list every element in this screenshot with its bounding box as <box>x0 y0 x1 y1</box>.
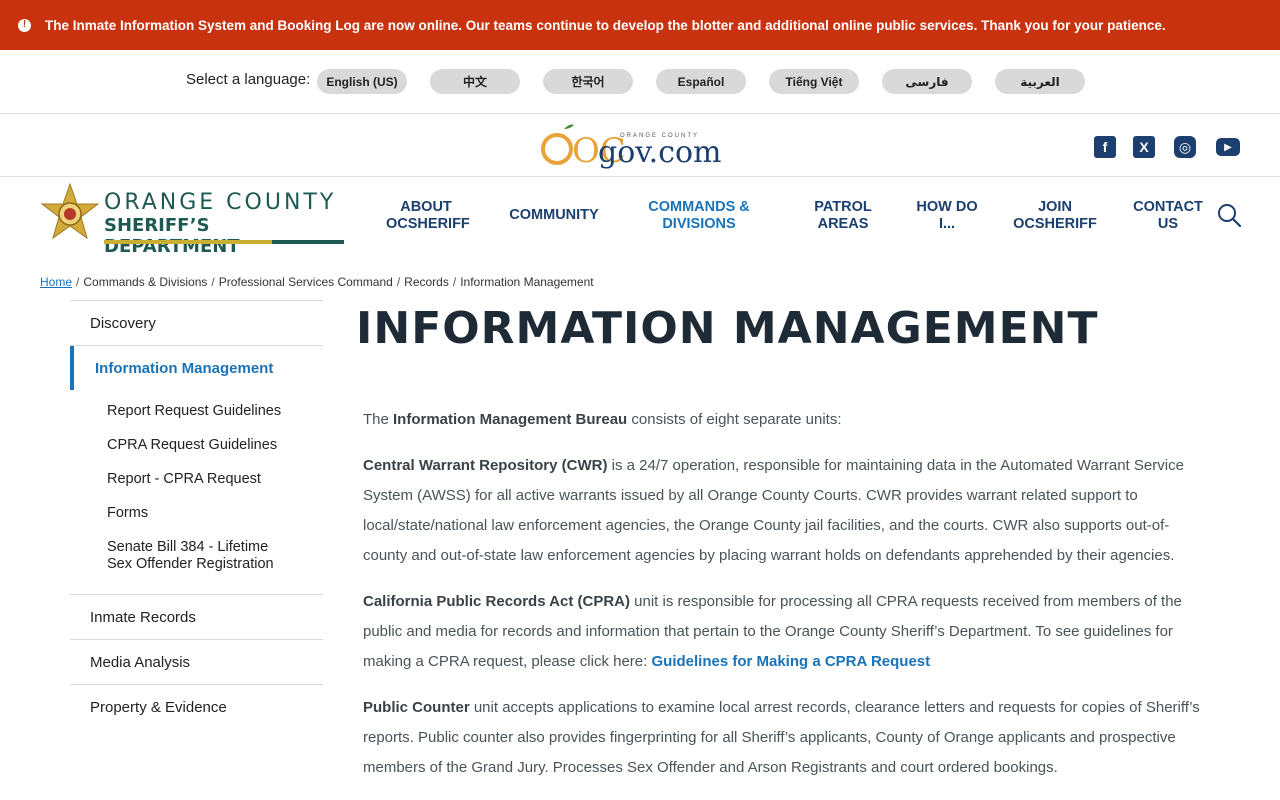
intro-bold: Information Management Bureau <box>393 411 628 428</box>
breadcrumb-commands[interactable]: Commands & Divisions <box>83 275 207 289</box>
brand-underline <box>104 240 344 244</box>
cwr-heading: Central Warrant Repository (CWR) <box>363 457 608 474</box>
breadcrumb-current: Information Management <box>460 275 594 289</box>
intro-text-post: consists of eight separate units: <box>627 411 842 428</box>
sidebar-submenu: Report Request Guidelines CPRA Request G… <box>70 390 323 595</box>
alert-icon: ! <box>18 18 31 32</box>
language-vietnamese-button[interactable]: Tiếng Việt <box>769 69 859 94</box>
alert-text: The Inmate Information System and Bookin… <box>45 17 1166 33</box>
sidebar-item-property-evidence[interactable]: Property & Evidence <box>70 685 323 730</box>
language-arabic-button[interactable]: العربية <box>995 69 1085 94</box>
search-icon[interactable] <box>1216 202 1242 228</box>
nav-commands-divisions[interactable]: COMMANDS & DIVISIONS <box>644 199 754 233</box>
breadcrumb-separator: / <box>396 275 401 289</box>
language-spanish-button[interactable]: Español <box>656 69 746 94</box>
page-title: INFORMATION MANAGEMENT <box>356 303 1099 354</box>
breadcrumb-separator: / <box>452 275 457 289</box>
county-header: OC gov.com ORANGE COUNTY f X ◎ ▶ <box>0 114 1280 177</box>
public-counter-text: unit accepts applications to examine loc… <box>363 699 1200 776</box>
section-sidebar: Discovery Information Management Report … <box>70 300 323 730</box>
sidebar-item-information-management[interactable]: Information Management <box>70 346 323 390</box>
breadcrumb-separator: / <box>211 275 215 289</box>
breadcrumb-professional-services[interactable]: Professional Services Command <box>219 275 393 289</box>
breadcrumb-home[interactable]: Home <box>40 275 72 289</box>
nav-join-line2: OCSHERIFF <box>1013 216 1097 232</box>
breadcrumb: Home / Commands & Divisions / Professional S… <box>40 275 594 289</box>
ocgov-small-text: ORANGE COUNTY <box>620 133 699 139</box>
ocgov-logo[interactable]: OC gov.com ORANGE COUNTY <box>540 120 740 171</box>
nav-contact-us[interactable]: CONTACT US <box>1130 199 1206 233</box>
nav-patrol-areas[interactable]: PATROL AREAS <box>806 199 880 233</box>
cpra-heading: California Public Records Act (CPRA) <box>363 593 630 610</box>
language-bar: Select a language: English (US) 中文 한국어 E… <box>0 50 1280 114</box>
nav-commands-line1: COMMANDS & <box>648 199 750 215</box>
instagram-icon[interactable]: ◎ <box>1174 136 1196 158</box>
facebook-icon[interactable]: f <box>1094 136 1116 158</box>
language-korean-button[interactable]: 한국어 <box>543 69 633 94</box>
main-navigation: ORANGE COUNTY SHERIFF’S DEPARTMENT ABOUT… <box>0 177 1280 265</box>
nav-how-line2: I... <box>938 216 956 232</box>
youtube-icon[interactable]: ▶ <box>1216 138 1240 156</box>
sidebar-subitem-sb384-line1: Senate Bill 384 - Lifetime <box>107 539 269 555</box>
x-twitter-icon[interactable]: X <box>1133 136 1155 158</box>
cpra-guidelines-link[interactable]: Guidelines for Making a CPRA Request <box>651 653 930 670</box>
nav-patrol-line1: PATROL <box>814 199 872 215</box>
sidebar-subitem-report-cpra-request[interactable]: Report - CPRA Request <box>107 463 323 497</box>
intro-paragraph: The Information Management Bureau consis… <box>363 405 1208 435</box>
ocgov-site: gov.com <box>598 135 722 170</box>
sidebar-item-inmate-records[interactable]: Inmate Records <box>70 595 323 640</box>
nav-community[interactable]: COMMUNITY <box>504 207 604 224</box>
sidebar-subitem-cpra-request-guidelines[interactable]: CPRA Request Guidelines <box>107 429 323 463</box>
language-chinese-button[interactable]: 中文 <box>430 69 520 94</box>
sidebar-subitem-senate-bill-384[interactable]: Senate Bill 384 - Lifetime Sex Offender … <box>107 531 323 582</box>
nav-how-line1: HOW DO <box>916 199 978 215</box>
sidebar-subitem-forms[interactable]: Forms <box>107 497 323 531</box>
breadcrumb-separator: / <box>76 275 80 289</box>
language-english-button[interactable]: English (US) <box>317 69 407 94</box>
sidebar-subitem-report-request-guidelines[interactable]: Report Request Guidelines <box>107 395 323 429</box>
cpra-paragraph: California Public Records Act (CPRA) uni… <box>363 587 1208 677</box>
alert-banner: ! The Inmate Information System and Book… <box>0 0 1280 50</box>
brand-line-1: ORANGE COUNTY <box>104 190 337 215</box>
nav-about-line1: ABOUT <box>400 199 452 215</box>
intro-text-pre: The <box>363 411 394 428</box>
page-content: The Information Management Bureau consis… <box>363 405 1208 799</box>
language-label: Select a language: <box>186 71 311 88</box>
nav-about-line2: OCSHERIFF <box>386 216 470 232</box>
brand-line-2: SHERIFF’S DEPARTMENT <box>104 215 240 257</box>
sidebar-item-discovery[interactable]: Discovery <box>70 301 323 346</box>
sidebar-item-media-analysis[interactable]: Media Analysis <box>70 640 323 685</box>
language-farsi-button[interactable]: فارسی <box>882 69 972 94</box>
nav-about-ocsheriff[interactable]: ABOUT OCSHERIFF <box>386 199 470 233</box>
sidebar-subitem-sb384-line2: Sex Offender Registration <box>107 556 274 572</box>
sheriff-department-logo[interactable]: ORANGE COUNTY SHERIFF’S DEPARTMENT <box>40 182 345 257</box>
nav-patrol-line2: AREAS <box>817 216 869 232</box>
sheriff-star-icon <box>40 182 100 240</box>
nav-how-do-i[interactable]: HOW DO I... <box>910 199 984 233</box>
nav-join-line1: JOIN <box>1038 199 1072 215</box>
breadcrumb-records[interactable]: Records <box>404 275 449 289</box>
nav-contact-line1: CONTACT <box>1133 199 1203 215</box>
nav-commands-line2: DIVISIONS <box>662 216 736 232</box>
nav-join-ocsheriff[interactable]: JOIN OCSHERIFF <box>1012 199 1098 233</box>
public-counter-paragraph: Public Counter unit accepts applications… <box>363 693 1208 783</box>
nav-contact-line2: US <box>1157 216 1179 232</box>
public-counter-heading: Public Counter <box>363 699 470 716</box>
cwr-paragraph: Central Warrant Repository (CWR) is a 24… <box>363 451 1208 571</box>
